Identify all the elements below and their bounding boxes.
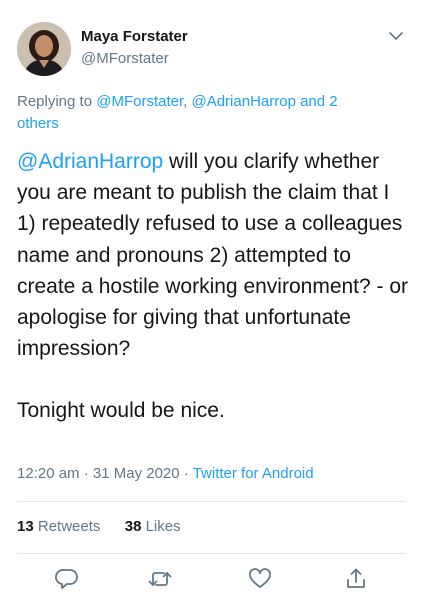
meta-dot: · [83,465,89,482]
retweets-count: 13 [17,518,34,535]
reply-mention-adrianharrop[interactable]: @AdrianHarrop [191,93,295,110]
replying-to-prefix: Replying to [17,93,93,110]
tweet-text: @AdrianHarrop will you clarify whether y… [17,146,412,427]
tweet-date: 31 May 2020 [92,465,180,482]
tweet-closing: Tonight would be nice. [17,399,225,423]
retweet-icon[interactable] [147,566,173,592]
user-handle[interactable]: @MForstater [81,50,169,67]
replying-to: Replying to @MForstater, @AdrianHarrop a… [17,91,377,135]
tweet-actions [0,566,423,594]
tweet-source-link[interactable]: Twitter for Android [193,465,314,482]
share-icon[interactable] [343,566,369,592]
divider [17,501,406,502]
reply-separator: , [183,93,188,110]
retweets-label: Retweets [37,518,101,535]
retweets-stat[interactable]: 13 Retweets [17,518,100,535]
reply-connector[interactable]: and [300,93,325,110]
avatar[interactable] [17,22,71,76]
display-name[interactable]: Maya Forstater [81,28,188,45]
tweet-mention-adrianharrop[interactable]: @AdrianHarrop [17,150,163,173]
reply-mention-mforstater[interactable]: @MForstater [96,93,183,110]
chevron-down-icon[interactable] [388,30,404,42]
tweet-body: will you clarify whether you are meant t… [17,150,409,361]
tweet-stats: 13 Retweets 38 Likes [17,518,181,535]
meta-dot: · [183,465,189,482]
reply-icon[interactable] [54,566,80,592]
likes-count: 38 [124,518,142,535]
tweet-time: 12:20 am [17,465,80,482]
divider [17,553,406,554]
likes-stat[interactable]: 38 Likes [125,518,181,535]
tweet-meta: 12:20 am · 31 May 2020 · Twitter for And… [17,465,314,482]
tweet-body-paragraph: @AdrianHarrop will you clarify whether y… [17,146,412,364]
like-icon[interactable] [247,566,273,592]
likes-label: Likes [145,518,181,535]
